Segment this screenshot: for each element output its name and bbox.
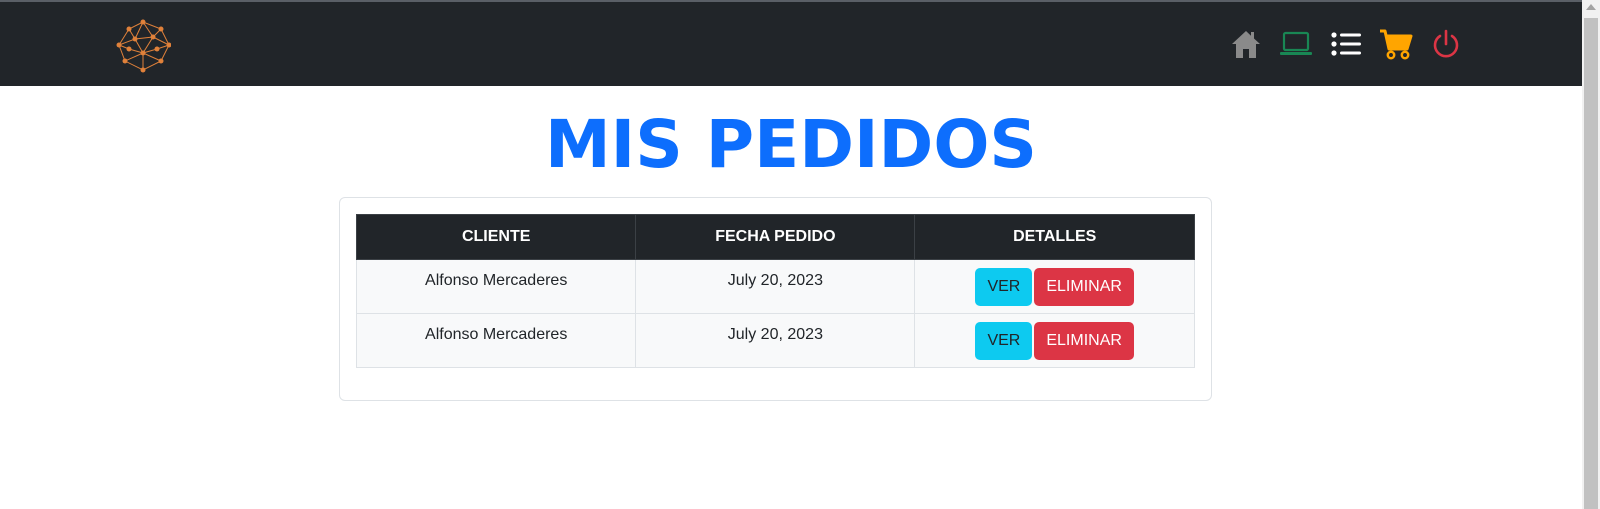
- cell-cliente: Alfonso Mercaderes: [355, 259, 637, 314]
- column-header-cliente: CLIENTE: [355, 214, 637, 260]
- scroll-up-arrow-icon[interactable]: [1586, 4, 1596, 10]
- eliminar-button[interactable]: ELIMINAR: [1034, 322, 1134, 360]
- cart-icon[interactable]: [1378, 26, 1414, 62]
- column-header-fecha: FECHA PEDIDO: [635, 214, 916, 260]
- power-icon[interactable]: [1428, 26, 1464, 62]
- eliminar-button[interactable]: ELIMINAR: [1034, 268, 1134, 306]
- table-row: Alfonso Mercaderes July 20, 2023 VER ELIM…: [355, 313, 1195, 368]
- orders-card: CLIENTE FECHA PEDIDO DETALLES Alfonso Me…: [339, 197, 1212, 401]
- list-icon[interactable]: [1328, 26, 1364, 62]
- table-header-row: CLIENTE FECHA PEDIDO DETALLES: [355, 214, 1195, 260]
- table-row: Alfonso Mercaderes July 20, 2023 VER ELIM…: [355, 259, 1195, 314]
- cell-detalles: VER ELIMINAR: [914, 259, 1195, 314]
- laptop-icon[interactable]: [1278, 26, 1314, 62]
- scrollbar-thumb[interactable]: [1584, 18, 1598, 509]
- network-logo[interactable]: [115, 19, 171, 73]
- navbar: [0, 2, 1582, 86]
- cell-cliente: Alfonso Mercaderes: [355, 313, 637, 368]
- cell-fecha: July 20, 2023: [635, 259, 916, 314]
- ver-button[interactable]: VER: [975, 268, 1033, 306]
- cell-detalles: VER ELIMINAR: [914, 313, 1195, 368]
- vertical-scrollbar[interactable]: [1582, 0, 1600, 509]
- orders-table: CLIENTE FECHA PEDIDO DETALLES Alfonso Me…: [355, 214, 1195, 368]
- ver-button[interactable]: VER: [975, 322, 1033, 360]
- column-header-detalles: DETALLES: [914, 214, 1195, 260]
- nav-icon-group: [1228, 26, 1464, 62]
- home-icon[interactable]: [1228, 26, 1264, 62]
- page-title: MIS PEDIDOS: [545, 106, 1037, 183]
- cell-fecha: July 20, 2023: [635, 313, 916, 368]
